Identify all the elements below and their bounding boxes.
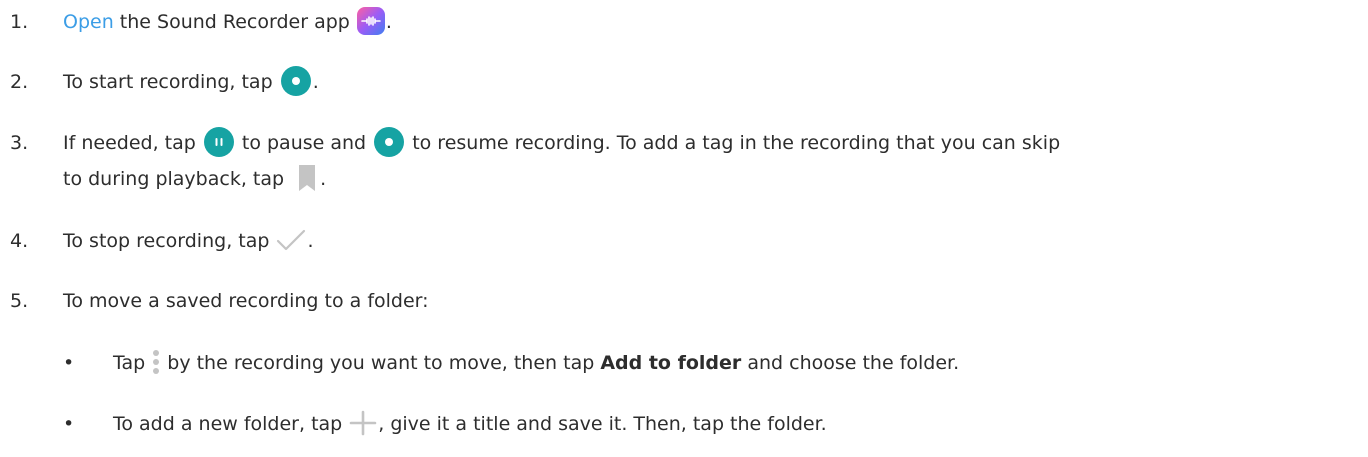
step-number: 1. xyxy=(10,11,29,33)
more-options-icon xyxy=(151,347,161,377)
add-to-folder-label: Add to folder xyxy=(600,352,742,374)
step-text: If needed, tap to pause and to resume re… xyxy=(63,125,1348,197)
bullet-text: To add a new folder, tap , give it a tit… xyxy=(113,406,1348,442)
step-number: 4. xyxy=(10,230,29,252)
step-text: To start recording, tap . xyxy=(63,64,1348,100)
step-number: 5. xyxy=(10,290,29,312)
step-text: To stop recording, tap . xyxy=(63,223,1348,259)
step-number: 2. xyxy=(10,71,29,93)
pause-icon xyxy=(202,125,236,159)
sound-recorder-app-icon xyxy=(356,6,386,36)
bookmark-icon xyxy=(294,163,320,193)
bullet: • xyxy=(63,352,75,374)
check-icon xyxy=(275,227,307,253)
record-icon xyxy=(279,64,313,98)
instructions: 1. Open the Sound Recorder app . 2. To s… xyxy=(0,0,1368,457)
step-text: Open the Sound Recorder app . xyxy=(63,4,1348,40)
step-text: To move a saved recording to a folder: xyxy=(63,290,429,312)
record-icon xyxy=(372,125,406,159)
add-icon xyxy=(348,409,378,437)
open-link[interactable]: Open xyxy=(63,11,114,33)
step-number: 3. xyxy=(10,132,29,154)
bullet: • xyxy=(63,413,75,435)
bullet-text: Tap by the recording you want to move, t… xyxy=(113,345,1348,381)
